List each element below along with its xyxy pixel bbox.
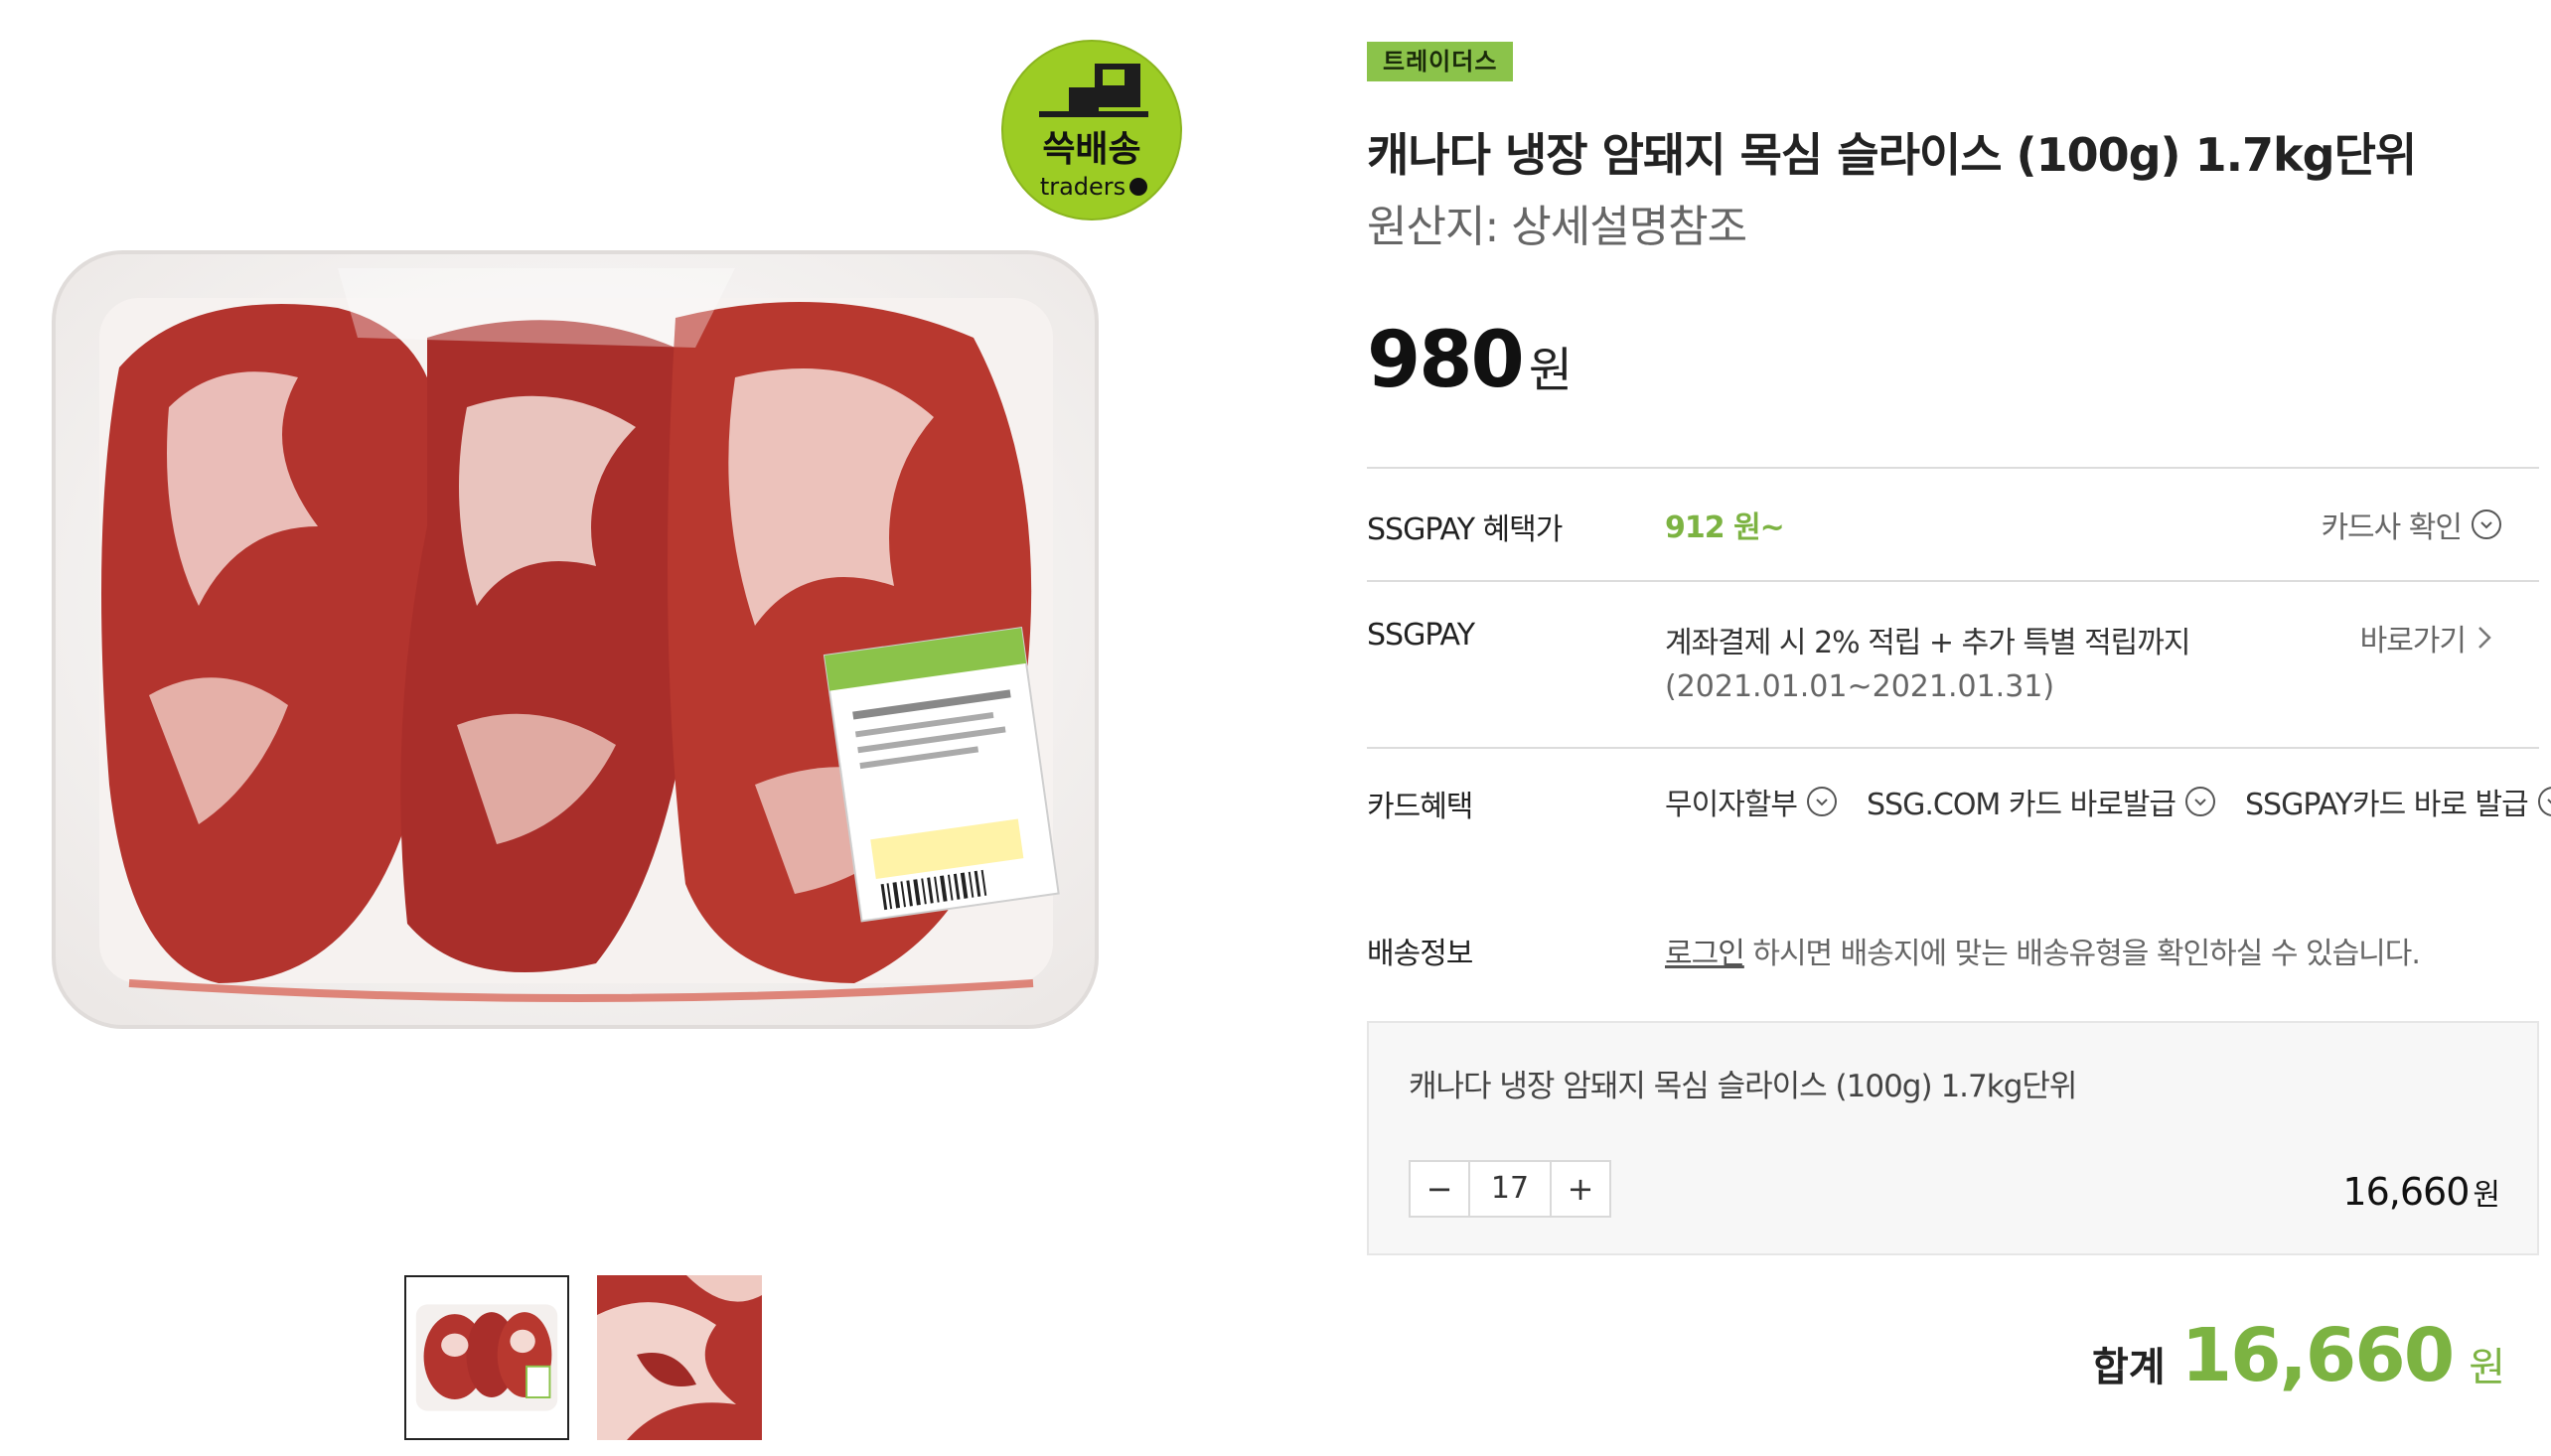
price-unit: 원 <box>1528 343 1573 398</box>
logo-korean-text: 쓱배송 <box>1042 129 1140 170</box>
brand-badge[interactable]: 트레이더스 <box>1367 42 1514 81</box>
ssgpay-label: SSGPAY <box>1367 618 1475 653</box>
traders-logo: 쓱배송 traders <box>999 38 1184 222</box>
option-name: 캐나다 냉장 암돼지 목심 슬라이스 (100g) 1.7kg단위 <box>1409 1069 2077 1104</box>
option-price-unit: 원 <box>2473 1178 2500 1213</box>
shipping-info: 로그인 하시면 배송지에 맞는 배송유형을 확인하실 수 있습니다. <box>1665 929 2421 972</box>
chevron-down-icon <box>2185 787 2215 816</box>
product-visual: 쓱배송 traders <box>0 0 1321 1456</box>
divider <box>1367 580 2539 582</box>
ssg-card-issue-option[interactable]: SSG.COM 카드 바로발급 <box>1867 780 2215 823</box>
card-company-check-label: 카드사 확인 <box>2321 510 2463 545</box>
product-info: 트레이더스 캐나다 냉장 암돼지 목심 슬라이스 (100g) 1.7kg단위 … <box>1367 0 2551 1456</box>
origin-text: 원산지: 상세설명참조 <box>1367 202 1747 252</box>
ssgpay-card-issue-label: SSGPAY카드 바로 발급 <box>2245 788 2529 822</box>
thumbnail-1[interactable] <box>404 1275 569 1440</box>
selected-option-box: 캐나다 냉장 암돼지 목심 슬라이스 (100g) 1.7kg단위 − 17 +… <box>1367 1021 2539 1255</box>
ssg-card-issue-label: SSG.COM 카드 바로발급 <box>1867 788 2176 822</box>
divider <box>1367 467 2539 469</box>
total-unit: 원 <box>2469 1345 2505 1390</box>
product-image[interactable] <box>40 228 1113 1092</box>
thumbnail-list <box>404 1275 762 1440</box>
chevron-down-icon <box>2472 510 2501 539</box>
login-link[interactable]: 로그인 <box>1665 937 1745 971</box>
ssgpay-benefit-text: 계좌결제 시 2% 적립 + 추가 특별 적립까지 <box>1665 626 2190 660</box>
ssgpay-go-label: 바로가기 <box>2359 624 2467 658</box>
ssgpay-card-issue-option[interactable]: SSGPAY카드 바로 발급 <box>2245 780 2551 823</box>
card-company-check-button[interactable]: 카드사 확인 <box>2321 503 2501 546</box>
product-price: 980 원 <box>1367 316 1573 405</box>
shipping-info-text: 하시면 배송지에 맞는 배송유형을 확인하실 수 있습니다. <box>1743 937 2421 971</box>
total-value: 16,660 <box>2180 1313 2456 1398</box>
installment-option-label: 무이자할부 <box>1665 788 1798 822</box>
ssgpay-price-label: SSGPAY 혜택가 <box>1367 512 1563 547</box>
ssgpay-benefit-period: (2021.01.01~2021.01.31) <box>1665 669 2055 704</box>
total-price: 합계 16,660 원 <box>2092 1313 2505 1398</box>
chevron-down-icon <box>2537 787 2551 816</box>
total-label: 합계 <box>2092 1345 2166 1390</box>
quantity-input[interactable]: 17 <box>1470 1162 1550 1216</box>
card-benefit-options: 무이자할부 SSG.COM 카드 바로발급 SSGPAY카드 바로 발급 <box>1665 780 2551 823</box>
price-value: 980 <box>1367 316 1525 405</box>
quantity-increase-button[interactable]: + <box>1550 1162 1609 1216</box>
shipping-label: 배송정보 <box>1367 937 1473 971</box>
ssgpay-go-button[interactable]: 바로가기 <box>2360 616 2493 659</box>
chevron-down-icon <box>1807 787 1837 816</box>
product-title: 캐나다 냉장 암돼지 목심 슬라이스 (100g) 1.7kg단위 <box>1367 128 2417 182</box>
option-price: 16,660 원 <box>2342 1170 2500 1214</box>
chevron-right-icon <box>2476 624 2493 652</box>
quantity-decrease-button[interactable]: − <box>1411 1162 1470 1216</box>
card-benefit-label: 카드혜택 <box>1367 790 1473 824</box>
divider <box>1367 747 2539 749</box>
installment-option[interactable]: 무이자할부 <box>1665 780 1837 823</box>
option-price-value: 16,660 <box>2342 1170 2470 1214</box>
ssgpay-price-value: 912 원~ <box>1665 510 1785 545</box>
logo-english-text: traders <box>1040 173 1125 201</box>
quantity-stepper: − 17 + <box>1409 1160 1611 1218</box>
thumbnail-2[interactable] <box>597 1275 762 1440</box>
